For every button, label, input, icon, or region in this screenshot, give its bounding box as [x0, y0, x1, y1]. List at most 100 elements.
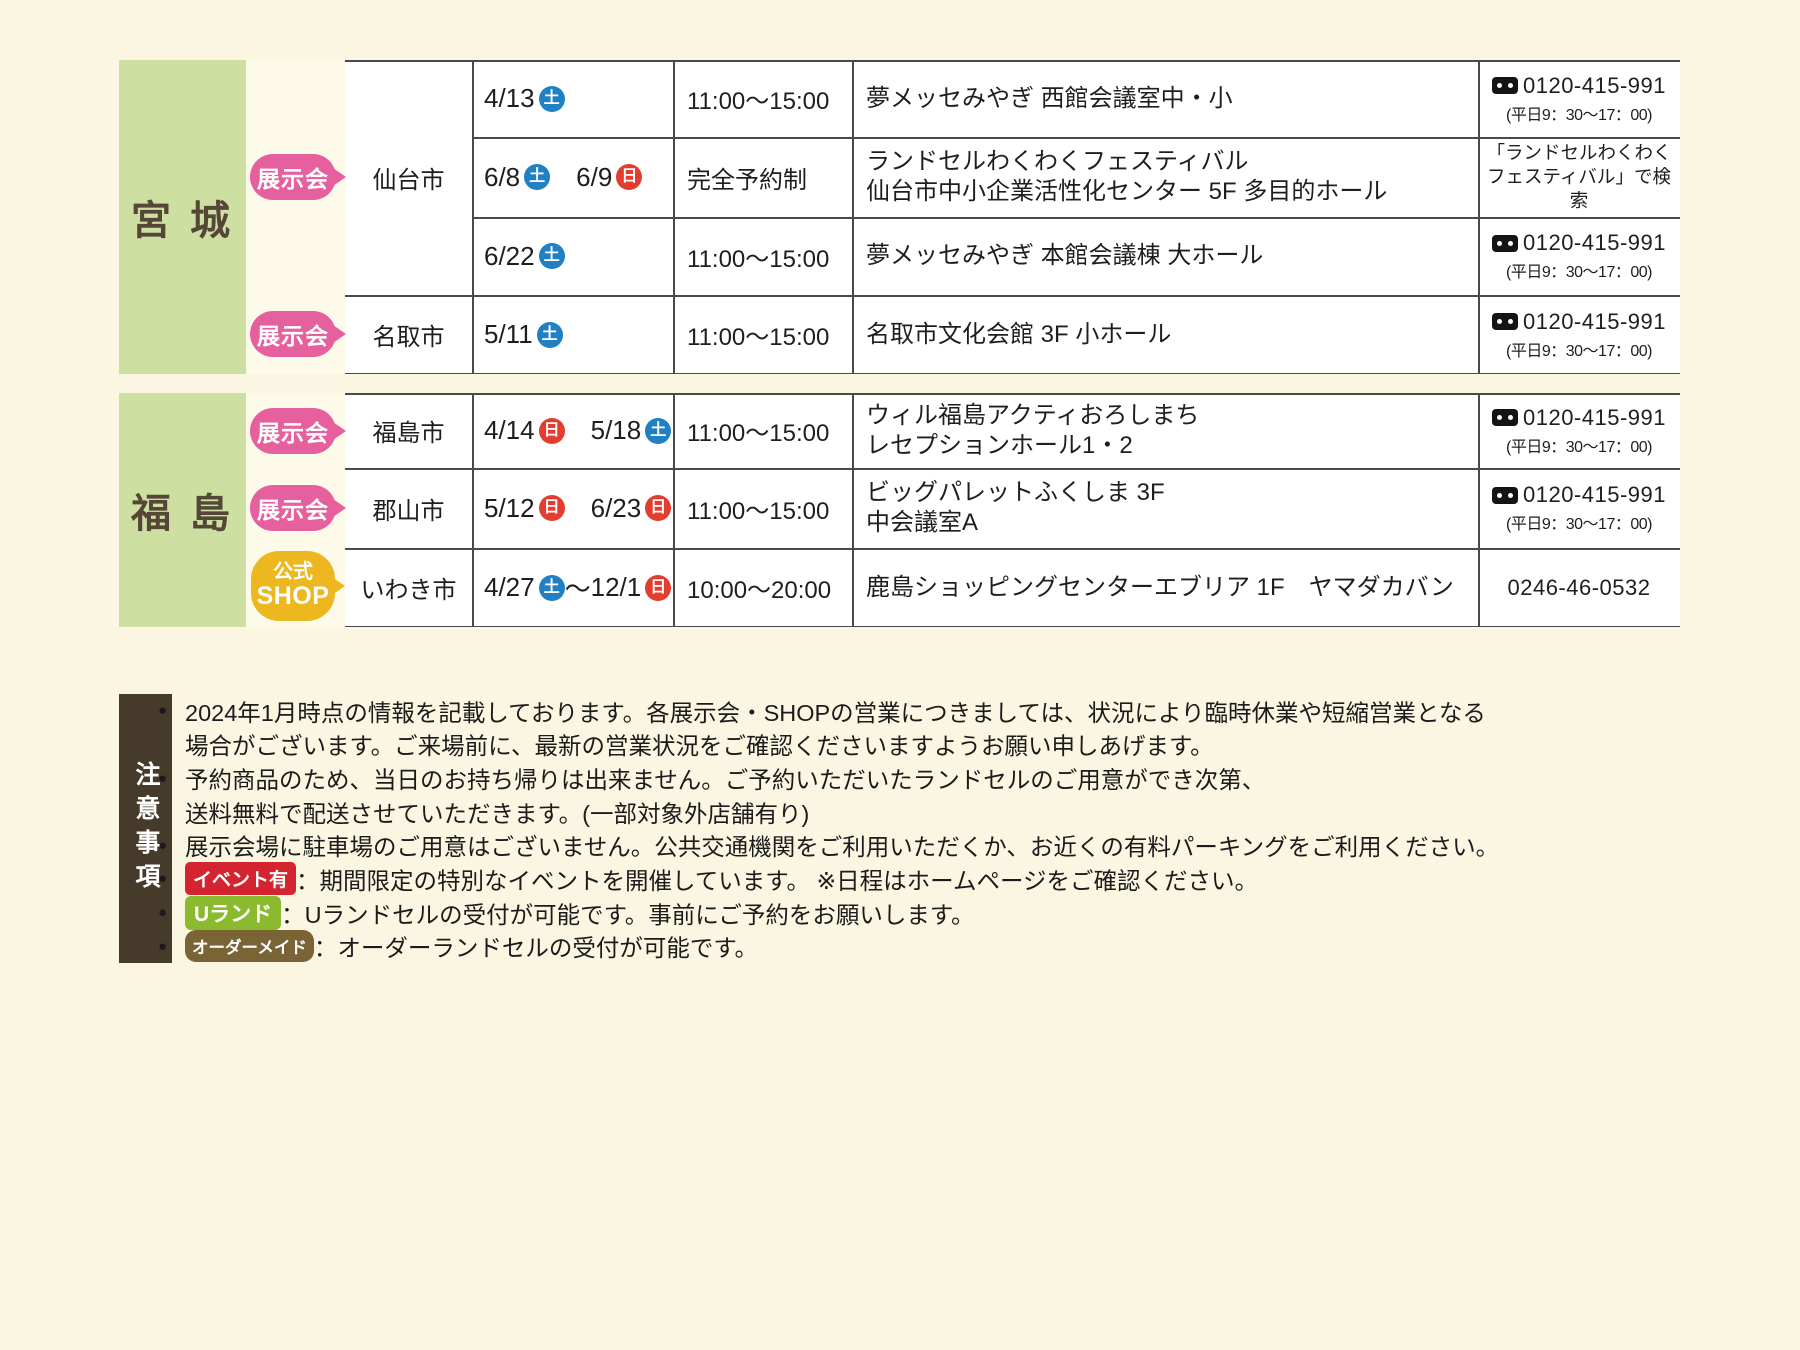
prefecture-cell-miyagi: 宮 城	[119, 60, 246, 374]
date-text: 5/11	[484, 319, 533, 349]
time-cell: 11:00～15:00	[687, 324, 830, 351]
date-cell: 4/13 土	[472, 60, 673, 137]
date-text: 6/9	[576, 161, 613, 192]
date-separator	[565, 412, 591, 449]
phone-hours: (平日9：30～17：00)	[1506, 342, 1652, 360]
venue-cell: 夢メッセみやぎ 西館会議室中・小	[852, 60, 1478, 137]
note-text: ：オーダーランドセルの受付が可能です。	[313, 935, 758, 962]
date-text: 5/12	[484, 492, 535, 523]
prefecture-cell-fukushima: 福 島	[119, 393, 246, 627]
freephone-icon	[1491, 313, 1518, 330]
phone-cell: 0246-46-0532	[1478, 548, 1680, 627]
search-note-line: フェスティバル」で検索	[1487, 166, 1671, 211]
freephone-icon	[1491, 77, 1518, 94]
prefecture-label-miyagi: 宮 城	[130, 199, 235, 243]
note-text: 2024年1月時点の情報を記載しております。各展示会・SHOPの営業につきまして…	[185, 699, 1486, 726]
date-text: 4/14	[484, 415, 535, 445]
exhibition-badge-fukushima: 展示会	[250, 408, 336, 454]
note-text: 予約商品のため、当日のお持ち帰りは出来ません。ご予約いただいたランドセルのご用意…	[185, 767, 1266, 794]
note-line: ● 2024年1月時点の情報を記載しております。各展示会・SHOPの営業につきまし…	[158, 694, 1718, 728]
note-line: ● 予約商品のため、当日のお持ち帰りは出来ません。ご予約いただいたランドセルのご用…	[158, 761, 1718, 795]
venue-line: 鹿島ショッピングセンターエブリア 1F ヤマダカバン	[866, 573, 1454, 601]
event-badge: イベント有	[185, 862, 297, 896]
note-text: 送料無料で配送させていただきます。(一部対象外店舗有り)	[185, 800, 810, 827]
exhibition-badge-label: 展示会	[257, 420, 329, 446]
venue-cell: 名取市文化会館 3F 小ホール	[852, 295, 1478, 374]
phone-number: 0120-415-991	[1522, 308, 1666, 334]
venue-cell: 鹿島ショッピングセンターエブリア 1F ヤマダカバン	[852, 548, 1478, 627]
bullet-icon: ●	[158, 769, 168, 787]
venue-line: 名取市文化会館 3F 小ホール	[866, 320, 1172, 348]
date-text: 12/1	[590, 572, 642, 602]
note-text: 展示会場に駐車場のご用意はございません。公共交通機関をご利用いただくか、お近くの…	[185, 834, 1500, 861]
exhibition-badge-label: 展示会	[257, 497, 329, 523]
exhibition-badge-koriyama: 展示会	[250, 485, 336, 531]
venue-line: 夢メッセみやぎ 西館会議室中・小	[866, 84, 1233, 112]
note-line: ● Uランド ：Uランドセルの受付が可能です。事前にご予約をお願いします。	[158, 895, 1718, 930]
date-text: 6/23	[590, 492, 642, 523]
bullet-icon: ●	[158, 702, 168, 720]
phone-cell: 「ランドセルわくわく フェスティバル」で検索	[1478, 137, 1680, 217]
notes-sidebar-label: 注意事項	[132, 760, 160, 897]
saturday-badge: 土	[524, 164, 551, 190]
exhibition-badge-sendai: 展示会	[250, 154, 336, 200]
phone-cell: 0120-415-991 (平日9：30～17：00)	[1478, 468, 1680, 548]
venue-cell: ランドセルわくわくフェスティバル 仙台市中小企業活性化センター 5F 多目的ホー…	[852, 137, 1478, 217]
bullet-icon: ●	[158, 904, 168, 922]
date-text: 6/22	[484, 240, 535, 271]
phone-number: 0120-415-991	[1522, 404, 1666, 430]
date-text: 4/27	[484, 572, 535, 602]
prefecture-label-fukushima: 福 島	[130, 492, 235, 536]
bullet-icon: ●	[158, 870, 168, 888]
sunday-badge: 日	[645, 574, 672, 601]
date-text: 4/13	[484, 83, 535, 113]
phone-hours: (平日9：30～17：00)	[1506, 106, 1652, 124]
phone-cell: 0120-415-991 (平日9：30～17：00)	[1478, 393, 1680, 468]
city-cell-sendai: 仙台市	[372, 167, 445, 194]
date-separator	[550, 159, 576, 196]
saturday-badge: 土	[538, 85, 565, 112]
note-line: 場合がございます。ご来場前に、最新の営業状況をご確認くださいますようお願い申しあ…	[158, 728, 1718, 762]
note-text: ：期間限定の特別なイベントを開催しています。 ※日程はホームページをご確認くださ…	[296, 867, 1259, 894]
time-cell: 11:00～15:00	[687, 420, 830, 447]
venue-cell: ビッグパレットふくしま 3F 中会議室A	[852, 468, 1478, 548]
saturday-badge: 土	[538, 574, 565, 601]
venue-line: レセプションホール1・2	[866, 431, 1133, 459]
saturday-badge: 土	[538, 243, 565, 269]
note-text: 場合がございます。ご来場前に、最新の営業状況をご確認くださいますようお願い申しあ…	[185, 733, 1214, 760]
exhibition-badge-label: 展示会	[257, 166, 329, 192]
note-text: ：Uランドセルの受付が可能です。事前にご予約をお願いします。	[281, 901, 975, 928]
time-cell: 11:00～15:00	[687, 497, 830, 525]
freephone-icon	[1491, 234, 1518, 252]
date-cell: 5/12 日 6/23 日	[472, 468, 673, 548]
phone-hours: (平日9：30～17：00)	[1506, 438, 1652, 456]
city-cell-natori: 名取市	[372, 324, 445, 351]
date-cell: 4/14 日 5/18 土	[472, 393, 673, 468]
venue-line: 夢メッセみやぎ 本館会議棟 大ホール	[866, 242, 1264, 269]
time-cell: 完全予約制	[687, 166, 807, 194]
flyer-page: 宮 城 福 島 展示会 展示会 展示会 展示会 公式 SHOP 仙台市 名取市 …	[0, 0, 1800, 1350]
sunday-badge: 日	[538, 417, 565, 444]
venue-line: ウィル福島アクティおろしまち	[866, 401, 1200, 429]
phone-number: 0120-415-991	[1522, 482, 1666, 507]
shop-badge-label-top: 公式	[273, 561, 313, 584]
phone-number: 0246-46-0532	[1507, 574, 1651, 600]
venue-cell: ウィル福島アクティおろしまち レセプションホール1・2	[852, 393, 1478, 468]
shop-badge-label-bottom: SHOP	[256, 582, 330, 611]
date-separator	[565, 490, 591, 527]
uland-badge: Uランド	[185, 895, 282, 930]
city-cell-fukushima: 福島市	[372, 420, 445, 447]
date-text: 5/18	[590, 415, 642, 445]
date-cell: 6/22 土	[472, 217, 673, 295]
notes-list: ● 2024年1月時点の情報を記載しております。各展示会・SHOPの営業につきまし…	[158, 694, 1718, 963]
saturday-badge: 土	[645, 417, 672, 444]
venue-line: ランドセルわくわくフェスティバル	[866, 148, 1249, 175]
phone-number: 0120-415-991	[1522, 230, 1666, 255]
bullet-icon: ●	[158, 937, 168, 955]
saturday-badge: 土	[536, 321, 563, 348]
sunday-badge: 日	[616, 164, 643, 190]
sunday-badge: 日	[645, 495, 672, 521]
phone-hours: (平日9：30～17：00)	[1506, 516, 1652, 533]
official-shop-badge: 公式 SHOP	[251, 551, 335, 621]
phone-cell: 0120-415-991 (平日9：30～17：00)	[1478, 60, 1680, 137]
